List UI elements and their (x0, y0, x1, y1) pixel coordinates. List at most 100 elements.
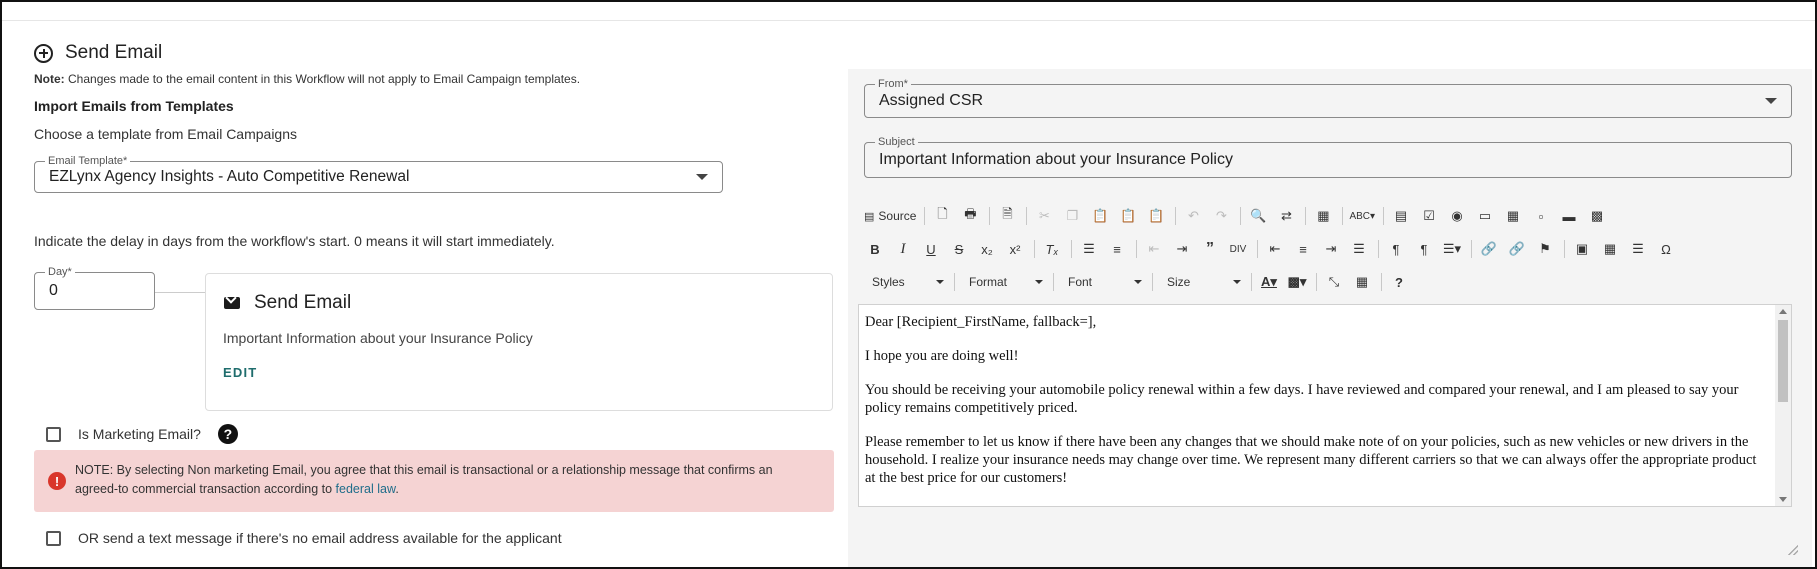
subject-input[interactable]: Subject Important Information about your… (864, 135, 1792, 178)
text-field-icon[interactable]: ▭ (1474, 205, 1496, 227)
text-color-icon[interactable]: A▾ (1258, 271, 1280, 293)
redo-icon[interactable]: ↷ (1210, 205, 1232, 227)
undo-icon[interactable]: ↶ (1182, 205, 1204, 227)
toolbar-separator (1026, 207, 1028, 225)
div-container-icon[interactable]: DIV (1227, 238, 1249, 260)
unlink-icon[interactable]: 🔗 (1506, 238, 1528, 260)
background-color-icon[interactable]: ▩▾ (1286, 271, 1308, 293)
toolbar-separator (1071, 240, 1072, 258)
bulleted-list-icon[interactable]: ≡ (1106, 238, 1128, 260)
format-dropdown[interactable]: Format (961, 271, 1047, 293)
print-icon[interactable]: 🖶 (959, 205, 981, 227)
form-icon[interactable]: ▤ (1390, 205, 1412, 227)
indent-icon[interactable]: ⇥ (1171, 238, 1193, 260)
align-left-icon[interactable]: ⇤ (1264, 238, 1286, 260)
toolbar-separator (989, 207, 991, 225)
editor-scrollbar[interactable] (1775, 305, 1791, 506)
scroll-down-arrow-icon[interactable] (1779, 497, 1787, 502)
rtl-icon[interactable]: ¶ (1413, 238, 1435, 260)
email-body-editor[interactable]: Dear [Recipient_FirstName, fallback=], I… (858, 304, 1792, 507)
section-title: Send Email (65, 42, 163, 63)
card-header: Send Email (224, 292, 351, 314)
scroll-thumb[interactable] (1778, 320, 1788, 402)
styles-dropdown[interactable]: Styles (864, 271, 948, 293)
from-select[interactable]: From* Assigned CSR (864, 77, 1792, 118)
toolbar-separator (1034, 240, 1035, 258)
left-column: Send Email Note: Changes made to the ema… (34, 20, 834, 567)
toolbar-separator (954, 273, 955, 291)
marketing-email-row: Is Marketing Email? ? (46, 424, 238, 444)
sms-fallback-row: OR send a text message if there's no ema… (46, 530, 562, 546)
checkbox-icon[interactable]: ☑ (1418, 205, 1440, 227)
anchor-icon[interactable]: ⚑ (1534, 238, 1556, 260)
language-icon[interactable]: ☰▾ (1441, 238, 1463, 260)
styles-label: Styles (872, 275, 905, 289)
select-all-icon[interactable]: ▦ (1312, 205, 1334, 227)
special-char-icon[interactable]: Ω (1655, 238, 1677, 260)
toolbar-separator (924, 207, 926, 225)
radio-icon[interactable]: ◉ (1446, 205, 1468, 227)
paste-word-icon[interactable]: 📋 (1145, 205, 1167, 227)
justify-icon[interactable]: ☰ (1348, 238, 1370, 260)
email-template-select[interactable]: Email Template* EZLynx Agency Insights -… (34, 154, 723, 193)
spellcheck-icon[interactable]: ABC▾ (1349, 205, 1375, 227)
marketing-email-checkbox[interactable] (46, 426, 61, 442)
strikethrough-icon[interactable]: S (948, 238, 970, 260)
numbered-list-icon[interactable]: ☰ (1078, 238, 1100, 260)
templates-icon[interactable]: 🗎 (996, 205, 1018, 227)
scroll-up-arrow-icon[interactable] (1779, 309, 1787, 314)
format-label: Format (969, 275, 1008, 289)
email-template-value: EZLynx Agency Insights - Auto Competitiv… (49, 168, 410, 185)
chevron-down-icon (936, 280, 944, 284)
superscript-icon[interactable]: x² (1004, 238, 1026, 260)
image-icon[interactable]: ▣ (1571, 238, 1593, 260)
day-input[interactable]: Day* 0 (34, 265, 155, 310)
toolbar-separator (1383, 207, 1385, 225)
subscript-icon[interactable]: x₂ (976, 238, 998, 260)
link-icon[interactable]: 🔗 (1478, 238, 1500, 260)
blockquote-icon[interactable]: ” (1199, 238, 1221, 260)
show-blocks-icon[interactable]: ▦ (1351, 271, 1373, 293)
maximize-icon[interactable]: ⤡ (1323, 271, 1345, 293)
edit-button[interactable]: EDIT (223, 365, 257, 380)
help-icon[interactable]: ? (217, 424, 238, 444)
editor-toolbar-row-1: ▤ Source 🗋 🖶 🗎 ✂ ❐ 📋 📋 📋 ↶ ↷ 🔍 ⇄ ▦ ABC▾ ▤ (864, 201, 1792, 231)
underline-icon[interactable]: U (920, 238, 942, 260)
toolbar-separator (1381, 273, 1382, 291)
outdent-icon[interactable]: ⇤ (1143, 238, 1165, 260)
preview-icon[interactable]: 🗋 (931, 205, 953, 227)
toolbar-separator (1316, 273, 1317, 291)
table-icon[interactable]: ▦ (1599, 238, 1621, 260)
find-icon[interactable]: 🔍 (1247, 205, 1269, 227)
font-dropdown[interactable]: Font (1060, 271, 1146, 293)
hidden-field-icon[interactable]: ▩ (1586, 205, 1608, 227)
toolbar-separator (1378, 240, 1379, 258)
paste-text-icon[interactable]: 📋 (1117, 205, 1139, 227)
button-field-icon[interactable]: ▬ (1558, 205, 1580, 227)
choose-template-text: Choose a template from Email Campaigns (34, 126, 298, 142)
ltr-icon[interactable]: ¶ (1385, 238, 1407, 260)
non-marketing-alert: ! NOTE: By selecting Non marketing Email… (34, 450, 834, 512)
alert-body: NOTE: By selecting Non marketing Email, … (75, 463, 773, 496)
federal-law-link[interactable]: federal law (336, 482, 396, 496)
editor-resize-handle[interactable] (1788, 545, 1798, 555)
source-button[interactable]: ▤ Source (864, 205, 916, 227)
copy-icon[interactable]: ❐ (1061, 205, 1083, 227)
align-right-icon[interactable]: ⇥ (1320, 238, 1342, 260)
from-label: From* (875, 77, 911, 91)
align-center-icon[interactable]: ≡ (1292, 238, 1314, 260)
alert-suffix: . (395, 482, 399, 496)
chevron-down-icon (1134, 280, 1142, 284)
cut-icon[interactable]: ✂ (1033, 205, 1055, 227)
size-dropdown[interactable]: Size (1159, 271, 1245, 293)
help-question-icon[interactable]: ? (1388, 271, 1410, 293)
italic-icon[interactable]: I (892, 238, 914, 260)
replace-icon[interactable]: ⇄ (1275, 205, 1297, 227)
select-field-icon[interactable]: ▫ (1530, 205, 1552, 227)
paste-icon[interactable]: 📋 (1089, 205, 1111, 227)
sms-fallback-checkbox[interactable] (46, 530, 61, 546)
remove-format-icon[interactable]: Tₓ (1041, 238, 1063, 260)
horizontal-rule-icon[interactable]: ☰ (1627, 238, 1649, 260)
bold-icon[interactable]: B (864, 238, 886, 260)
textarea-icon[interactable]: ▦ (1502, 205, 1524, 227)
